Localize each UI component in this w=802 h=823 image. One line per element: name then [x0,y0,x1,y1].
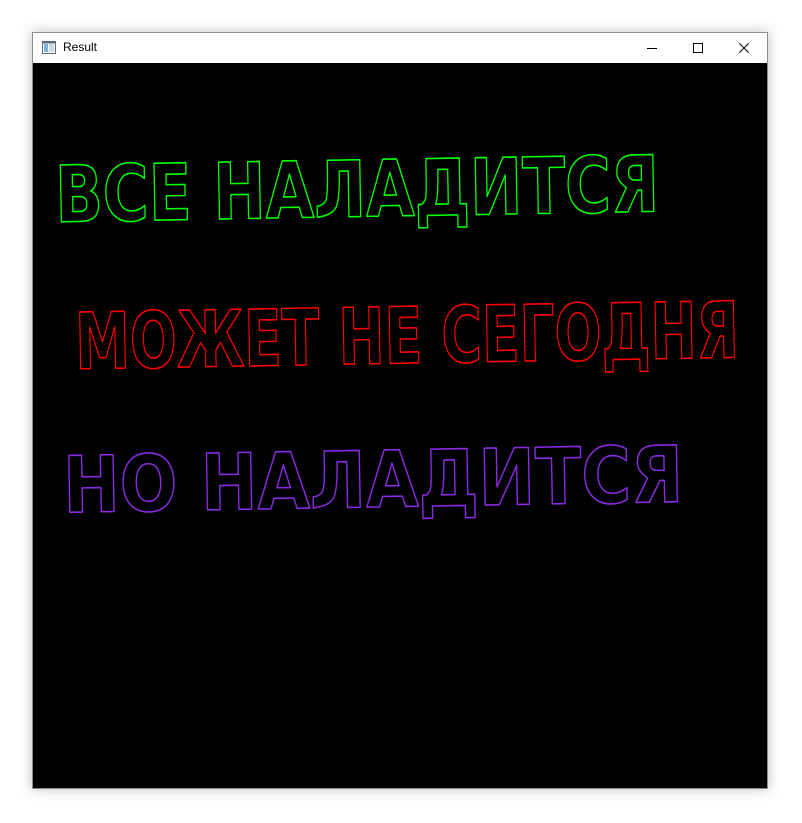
image-canvas: ВСЕ НАЛАДИТСЯ МОЖЕТ НЕ СЕГОДНЯ НО НАЛАДИ… [33,63,767,788]
app-window: Result ВСЕ НАЛАДИТСЯ МОЖЕТ НЕ СЕГОДНЯ НО… [32,32,768,789]
contour-text-drawing: ВСЕ НАЛАДИТСЯ МОЖЕТ НЕ СЕГОДНЯ НО НАЛАДИ… [54,140,741,533]
maximize-button[interactable] [675,33,721,63]
close-icon [739,43,749,53]
window-title: Result [63,40,98,54]
window-app-icon [42,41,56,54]
text-line-3: НО НАЛАДИТСЯ [62,431,683,532]
maximize-icon [693,43,703,53]
text-line-1: ВСЕ НАЛАДИТСЯ [54,140,659,241]
minimize-button[interactable] [629,33,675,63]
close-button[interactable] [721,33,767,63]
title-bar[interactable]: Result [33,33,767,63]
minimize-icon [647,48,657,49]
text-line-2: МОЖЕТ НЕ СЕГОДНЯ [74,286,739,388]
